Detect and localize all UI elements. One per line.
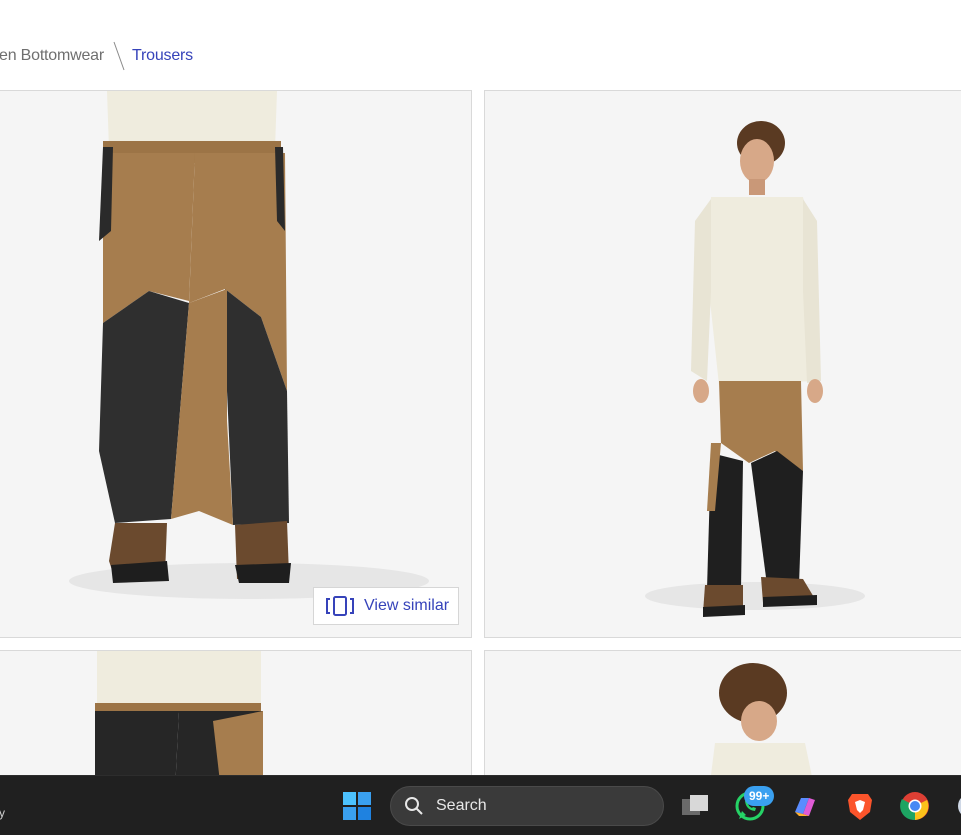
breadcrumb-separator-icon [113, 41, 125, 71]
product-card-4[interactable] [484, 650, 961, 790]
product-card-1[interactable]: View similar [0, 90, 472, 638]
product-image-trousers-front [69, 91, 429, 599]
brave-icon[interactable] [844, 790, 876, 822]
task-view-icon[interactable] [679, 790, 711, 822]
product-card-3[interactable] [0, 650, 472, 790]
taskbar: y Search 99+ [0, 775, 961, 835]
breadcrumb: en Bottomwear Trousers [0, 40, 193, 72]
product-image-model-full [645, 121, 865, 617]
taskbar-left-text: y [0, 806, 5, 820]
view-similar-icon [326, 596, 354, 616]
whatsapp-badge: 99+ [744, 786, 775, 806]
taskbar-overflow-icon[interactable] [954, 790, 961, 822]
windows-start-icon[interactable] [341, 790, 373, 822]
breadcrumb-current-trousers[interactable]: Trousers [132, 47, 193, 65]
copilot-icon[interactable] [789, 790, 821, 822]
breadcrumb-link-bottomwear[interactable]: en Bottomwear [0, 47, 104, 65]
view-similar-button[interactable]: View similar [313, 587, 459, 625]
taskbar-search-box[interactable]: Search [390, 786, 664, 826]
product-image-trousers-back [95, 651, 263, 789]
product-image-model-back [709, 663, 815, 789]
product-card-2[interactable] [484, 90, 961, 638]
chrome-icon[interactable] [899, 790, 931, 822]
search-icon [405, 797, 423, 815]
view-similar-label: View similar [364, 597, 450, 614]
taskbar-search-label: Search [436, 797, 487, 814]
